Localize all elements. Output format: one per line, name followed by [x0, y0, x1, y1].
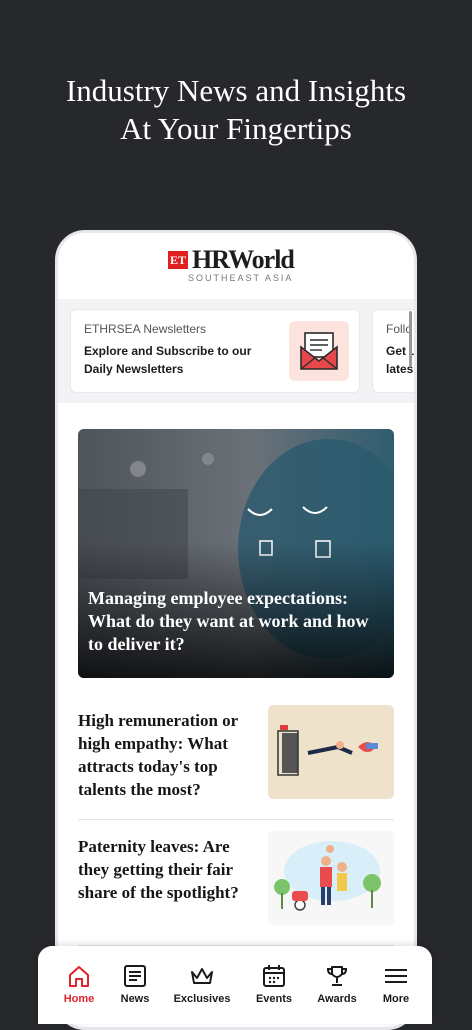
newsletter-desc-line-1: Get u: [386, 344, 417, 358]
promo-line-1: Industry News and Insights: [65, 73, 407, 108]
hero-article[interactable]: Managing employee expectations: What do …: [78, 429, 394, 678]
newsletter-desc-line-1: Explore and Subscribe to our: [84, 344, 252, 358]
logo-et-badge: ET: [168, 251, 188, 269]
tab-news[interactable]: News: [102, 964, 168, 1005]
tab-awards-label: Awards: [317, 993, 357, 1005]
phone-frame: ET HRWorld SOUTHEAST ASIA ETHRSEA Newsle…: [55, 230, 417, 1030]
article-thumbnail: [268, 705, 394, 799]
trophy-icon: [326, 966, 348, 986]
crown-icon: [191, 968, 213, 984]
news-feed: Managing employee expectations: What do …: [58, 403, 414, 1027]
logo-name: HRWorld: [192, 245, 295, 274]
menu-icon: [385, 969, 407, 983]
app-content: ETHRSEA Newsletters Explore and Subscrib…: [58, 299, 414, 1027]
home-icon: [69, 966, 89, 987]
tab-exclusives[interactable]: Exclusives: [169, 964, 235, 1005]
hero-article-title: Managing employee expectations: What do …: [88, 588, 369, 654]
bottom-tab-bar: Home News Exclusives Events Awards More: [38, 946, 432, 1024]
calendar-icon: [263, 965, 285, 987]
article-item[interactable]: High remuneration or high empathy: What …: [78, 705, 394, 820]
newsletter-card-desc: Get u lates: [386, 342, 417, 378]
newsletter-card[interactable]: ETHRSEA Newsletters Explore and Subscrib…: [70, 309, 360, 393]
promo-line-2: At Your Fingertips: [120, 111, 352, 146]
tab-more[interactable]: More: [363, 964, 429, 1005]
tab-news-label: News: [120, 993, 150, 1005]
tab-exclusives-label: Exclusives: [173, 993, 231, 1005]
article-item[interactable]: Paternity leaves: Are they getting their…: [78, 831, 394, 946]
newsletter-desc-line-2: Daily Newsletters: [84, 362, 184, 376]
news-icon: [124, 965, 146, 987]
tab-more-label: More: [382, 993, 410, 1005]
tab-awards[interactable]: Awards: [304, 964, 370, 1005]
newsletter-card-title: ETHRSEA Newsletters: [84, 322, 207, 336]
article-title: High remuneration or high empathy: What …: [78, 711, 238, 799]
tab-events[interactable]: Events: [241, 964, 307, 1005]
newsletter-card-desc: Explore and Subscribe to our Daily Newsl…: [84, 342, 251, 378]
newsletter-carousel[interactable]: ETHRSEA Newsletters Explore and Subscrib…: [70, 309, 414, 395]
brand-logo[interactable]: ET HRWorld SOUTHEAST ASIA: [168, 245, 308, 287]
logo-region: SOUTHEAST ASIA: [188, 273, 294, 283]
scrollbar[interactable]: [409, 311, 412, 367]
article-thumbnail: [268, 831, 394, 925]
app-header: ET HRWorld SOUTHEAST ASIA: [58, 233, 414, 300]
promo-headline: Industry News and Insights At Your Finge…: [0, 72, 472, 148]
newsletter-desc-line-2: lates: [386, 362, 414, 376]
tab-events-label: Events: [255, 993, 293, 1005]
article-title: Paternity leaves: Are they getting their…: [78, 837, 239, 902]
newsletter-envelope-icon: [289, 321, 349, 381]
